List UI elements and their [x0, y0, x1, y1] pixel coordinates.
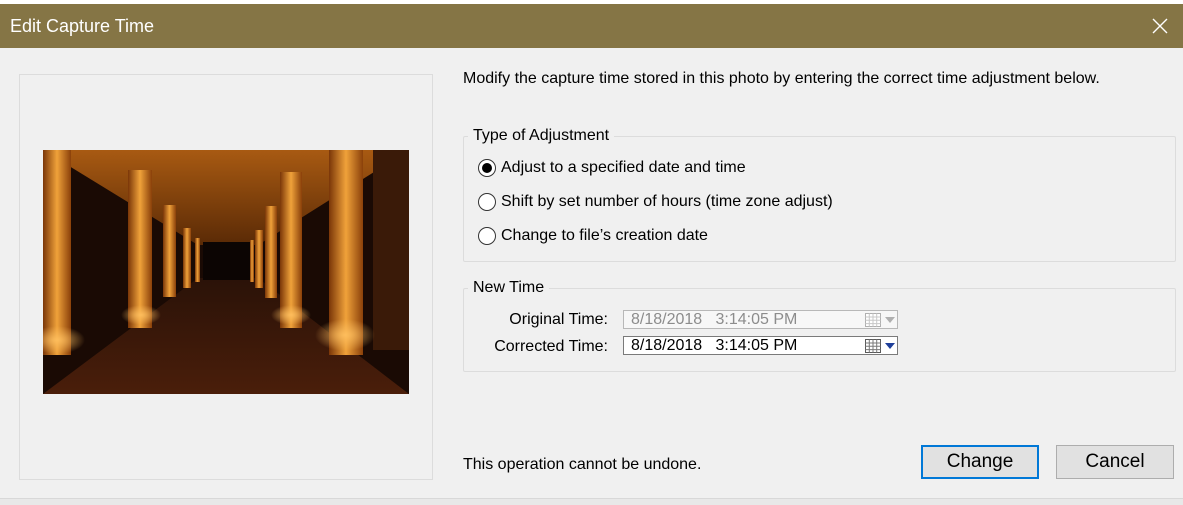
- radio-dot-icon: [482, 163, 492, 173]
- warning-note: This operation cannot be undone.: [463, 456, 702, 473]
- chevron-down-icon: [883, 311, 897, 328]
- photo-thumbnail: [43, 150, 409, 394]
- radio-button-selected[interactable]: [478, 159, 496, 177]
- radio-shift-hours[interactable]: Shift by set number of hours (time zone …: [478, 191, 833, 213]
- radio-adjust-specified-label: Adjust to a specified date and time: [501, 159, 746, 176]
- radio-adjust-specified[interactable]: Adjust to a specified date and time: [478, 157, 746, 179]
- calendar-icon: [865, 312, 881, 327]
- new-time-legend: New Time: [468, 279, 550, 297]
- corrected-time-label: Corrected Time:: [494, 338, 608, 355]
- window-title: Edit Capture Time: [10, 16, 155, 36]
- close-button[interactable]: [1137, 4, 1183, 48]
- title-bar: Edit Capture Time: [0, 4, 1183, 48]
- adjustment-type-group: Type of Adjustment Adjust to a specified…: [463, 127, 1176, 262]
- intro-text: Modify the capture time stored in this p…: [463, 70, 1100, 87]
- dialog-body: Modify the capture time stored in this p…: [0, 48, 1183, 504]
- original-time-value: 8/18/2018 3:14:05 PM: [631, 311, 798, 328]
- new-time-group: New Time Original Time: 8/18/2018 3:14:0…: [463, 279, 1176, 372]
- radio-shift-hours-label: Shift by set number of hours (time zone …: [501, 193, 833, 210]
- calendar-icon[interactable]: [865, 338, 881, 353]
- chevron-down-icon[interactable]: [883, 337, 897, 354]
- corrected-time-value[interactable]: 8/18/2018 3:14:05 PM: [624, 337, 865, 354]
- radio-file-creation-date-label: Change to file’s creation date: [501, 227, 708, 244]
- cancel-button[interactable]: Cancel: [1056, 445, 1174, 479]
- adjustment-type-legend: Type of Adjustment: [468, 127, 615, 145]
- close-icon: [1152, 18, 1168, 34]
- radio-button[interactable]: [478, 193, 496, 211]
- corrected-time-field[interactable]: 8/18/2018 3:14:05 PM: [623, 336, 898, 355]
- radio-file-creation-date[interactable]: Change to file’s creation date: [478, 225, 708, 247]
- change-button[interactable]: Change: [921, 445, 1039, 479]
- original-time-label: Original Time:: [509, 311, 608, 328]
- radio-button[interactable]: [478, 227, 496, 245]
- photo-preview-panel: [19, 74, 433, 480]
- original-time-field: 8/18/2018 3:14:05 PM: [623, 310, 898, 329]
